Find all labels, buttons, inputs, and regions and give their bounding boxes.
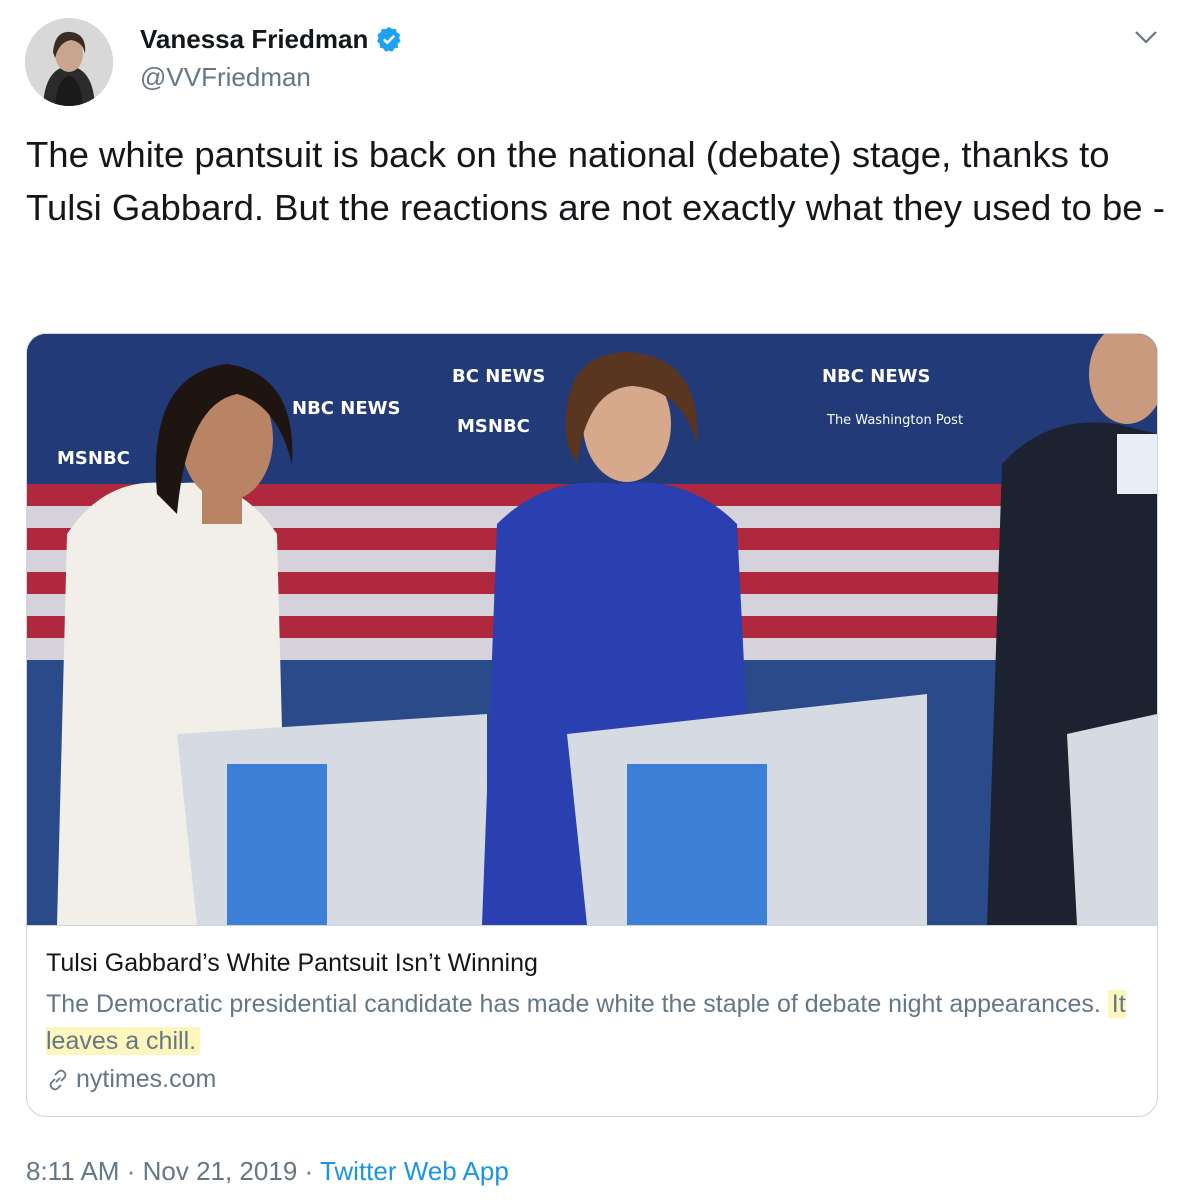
- card-divider: [27, 925, 1157, 926]
- card-domain-row[interactable]: nytimes.com: [46, 1065, 216, 1094]
- chevron-down-icon[interactable]: [1133, 28, 1159, 46]
- banner-text-4: MSNBC: [57, 448, 130, 469]
- tweet-source-app[interactable]: Twitter Web App: [320, 1156, 509, 1186]
- meta-separator-2: ·: [304, 1156, 314, 1186]
- user-name[interactable]: Vanessa Friedman: [140, 24, 368, 55]
- avatar-photo: [25, 18, 113, 106]
- card-description: The Democratic presidential candidate ha…: [46, 986, 1136, 1060]
- banner-text-3: NBC NEWS: [822, 366, 930, 387]
- verified-badge-icon: [377, 26, 401, 52]
- link-card[interactable]: BC NEWS MSNBC NBC NEWS MSNBC NBC NEWS Th…: [26, 333, 1158, 1117]
- card-title[interactable]: Tulsi Gabbard’s White Pantsuit Isn’t Win…: [46, 949, 538, 978]
- tweet-date[interactable]: Nov 21, 2019: [143, 1156, 298, 1186]
- avatar[interactable]: [25, 18, 113, 106]
- banner-text-2: MSNBC: [457, 416, 530, 437]
- link-icon: [49, 1069, 67, 1090]
- user-handle[interactable]: @VVFriedman: [140, 62, 311, 93]
- tweet-time[interactable]: 8:11 AM: [26, 1156, 119, 1186]
- banner-text-5: NBC NEWS: [292, 398, 400, 419]
- banner-text-1: BC NEWS: [452, 366, 545, 387]
- card-domain: nytimes.com: [76, 1065, 217, 1093]
- card-image: BC NEWS MSNBC NBC NEWS MSNBC NBC NEWS Th…: [27, 334, 1157, 925]
- meta-separator-1: ·: [126, 1156, 136, 1186]
- tweet-meta: 8:11 AM · Nov 21, 2019 · Twitter Web App: [26, 1156, 509, 1187]
- banner-text-6: The Washington Post: [826, 413, 963, 428]
- tweet-text: The white pantsuit is back on the nation…: [26, 134, 1165, 228]
- card-description-text: The Democratic presidential candidate ha…: [46, 990, 1101, 1018]
- user-name-row[interactable]: Vanessa Friedman: [140, 24, 404, 55]
